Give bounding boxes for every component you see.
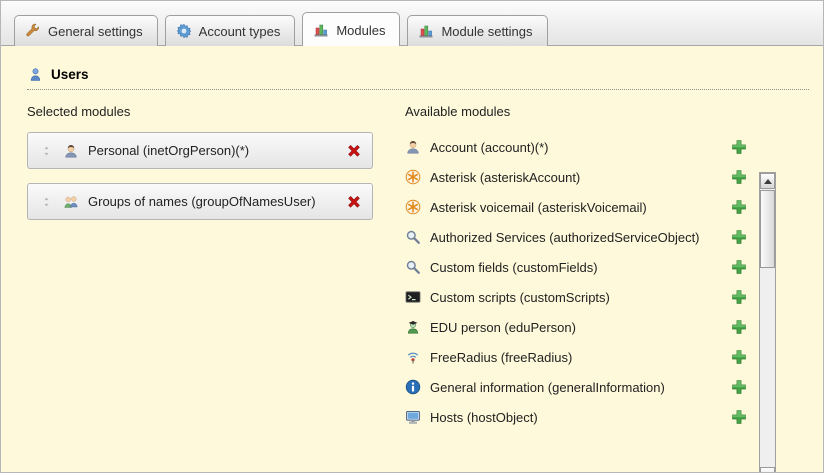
- selected-modules-heading: Selected modules: [27, 104, 387, 119]
- selected-modules-list: Personal (inetOrgPerson)(*) Groups of na…: [27, 132, 387, 220]
- available-modules-scrollbar[interactable]: [759, 172, 776, 473]
- module-label: Groups of names (groupOfNamesUser): [88, 194, 337, 209]
- arrow-up-icon: [764, 179, 772, 184]
- tab-label: Modules: [336, 23, 385, 38]
- module-label: Authorized Services (authorizedServiceOb…: [430, 230, 722, 245]
- section-title: Users: [51, 67, 89, 82]
- magnifier-icon: [405, 229, 421, 245]
- available-modules-heading: Available modules: [405, 104, 747, 119]
- tab-account-types[interactable]: Account types: [165, 15, 296, 46]
- available-module-row: Hosts (hostObject): [405, 402, 747, 432]
- tab-label: Module settings: [441, 24, 532, 39]
- available-modules-list: Account (account)(*) Asterisk (asteriskA…: [405, 132, 747, 432]
- available-module-row: Custom fields (customFields): [405, 252, 747, 282]
- tab-label: General settings: [48, 24, 143, 39]
- module-label: Personal (inetOrgPerson)(*): [88, 143, 337, 158]
- content-area: Users Selected modules Personal (inetOrg…: [1, 66, 823, 473]
- available-module-row: Custom scripts (customScripts): [405, 282, 747, 312]
- selected-module-row: Groups of names (groupOfNamesUser): [27, 183, 373, 220]
- module-label: Custom scripts (customScripts): [430, 290, 722, 305]
- magnifier-icon: [405, 259, 421, 275]
- tab-modules[interactable]: Modules: [302, 12, 400, 46]
- add-icon[interactable]: [731, 259, 747, 275]
- scrollbar-thumb[interactable]: [760, 190, 775, 268]
- available-module-row: Asterisk (asteriskAccount): [405, 162, 747, 192]
- tab-bar: General settings Account types Modules M…: [1, 1, 823, 46]
- users-icon: [27, 66, 43, 82]
- terminal-icon: [405, 289, 421, 305]
- tab-module-settings[interactable]: Module settings: [407, 15, 547, 46]
- available-module-row: Asterisk voicemail (asteriskVoicemail): [405, 192, 747, 222]
- module-label: Asterisk (asteriskAccount): [430, 170, 722, 185]
- add-icon[interactable]: [731, 289, 747, 305]
- lam-configuration-window: General settings Account types Modules M…: [0, 0, 824, 473]
- delete-icon[interactable]: [346, 143, 362, 159]
- wrench-icon: [25, 23, 41, 39]
- available-module-row: Authorized Services (authorizedServiceOb…: [405, 222, 747, 252]
- delete-icon[interactable]: [346, 194, 362, 210]
- add-icon[interactable]: [731, 229, 747, 245]
- module-label: Hosts (hostObject): [430, 410, 722, 425]
- sort-icon[interactable]: [38, 194, 54, 210]
- host-icon: [405, 409, 421, 425]
- radius-icon: [405, 349, 421, 365]
- person-icon: [405, 139, 421, 155]
- available-module-row: General information (generalInformation): [405, 372, 747, 402]
- available-module-row: EDU person (eduPerson): [405, 312, 747, 342]
- add-icon[interactable]: [731, 169, 747, 185]
- modules-icon: [418, 23, 434, 39]
- scrollbar-up-button[interactable]: [760, 173, 775, 189]
- add-icon[interactable]: [731, 409, 747, 425]
- module-label: Asterisk voicemail (asteriskVoicemail): [430, 200, 722, 215]
- module-label: Custom fields (customFields): [430, 260, 722, 275]
- info-icon: [405, 379, 421, 395]
- edu-icon: [405, 319, 421, 335]
- tab-general-settings[interactable]: General settings: [14, 15, 158, 46]
- asterisk-icon: [405, 169, 421, 185]
- tab-label: Account types: [199, 24, 281, 39]
- available-modules-column: Available modules Account (account)(*) A…: [387, 104, 809, 432]
- module-label: Account (account)(*): [430, 140, 722, 155]
- available-module-row: FreeRadius (freeRadius): [405, 342, 747, 372]
- group-icon: [63, 194, 79, 210]
- gear-icon: [176, 23, 192, 39]
- modules-columns: Selected modules Personal (inetOrgPerson…: [27, 104, 809, 432]
- add-icon[interactable]: [731, 349, 747, 365]
- add-icon[interactable]: [731, 139, 747, 155]
- add-icon[interactable]: [731, 379, 747, 395]
- selected-module-row: Personal (inetOrgPerson)(*): [27, 132, 373, 169]
- users-section-header: Users: [27, 66, 809, 90]
- module-label: FreeRadius (freeRadius): [430, 350, 722, 365]
- available-module-row: Account (account)(*): [405, 132, 747, 162]
- module-label: General information (generalInformation): [430, 380, 722, 395]
- add-icon[interactable]: [731, 319, 747, 335]
- module-label: EDU person (eduPerson): [430, 320, 722, 335]
- modules-icon: [313, 22, 329, 38]
- sort-icon[interactable]: [38, 143, 54, 159]
- add-icon[interactable]: [731, 199, 747, 215]
- person-icon: [63, 143, 79, 159]
- asterisk-icon: [405, 199, 421, 215]
- scrollbar-down-button[interactable]: [760, 467, 775, 473]
- selected-modules-column: Selected modules Personal (inetOrgPerson…: [27, 104, 387, 432]
